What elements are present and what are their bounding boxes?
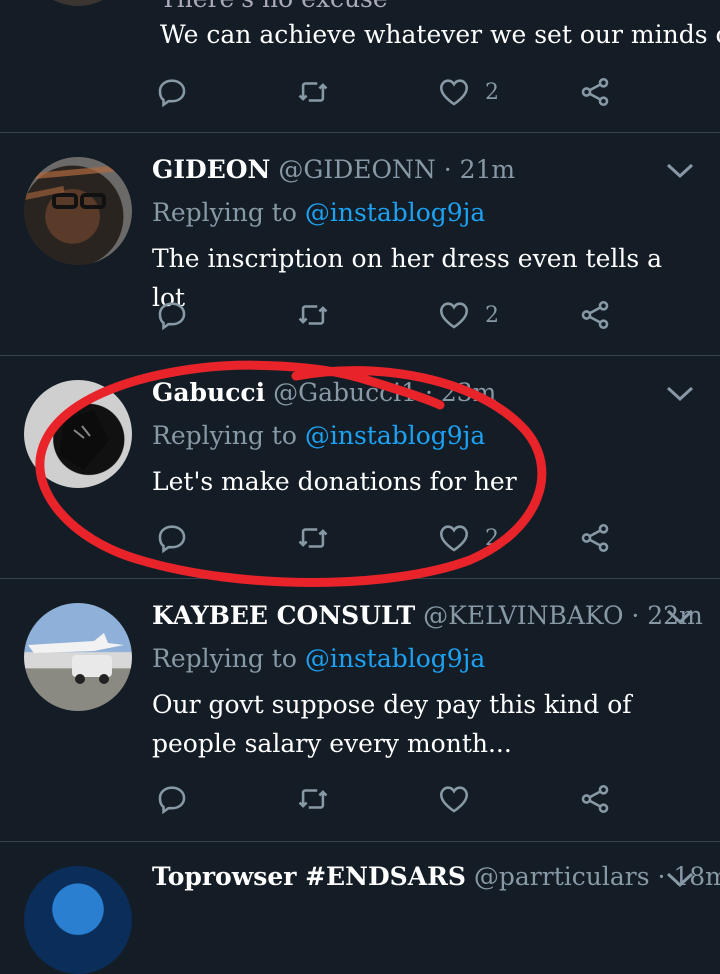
avatar[interactable] [24,603,132,711]
chevron-down-icon [666,609,694,625]
share-button[interactable] [578,72,612,112]
retweet-icon [298,305,328,325]
reply-button[interactable] [155,518,189,558]
display-name[interactable]: GIDEON [152,155,270,184]
reply-icon [158,79,186,108]
reply-prefix: Replying to [152,644,297,673]
like-icon [439,79,469,106]
reply-button[interactable] [155,295,189,335]
like-icon [439,525,469,552]
tweet-gideon[interactable]: GIDEON @GIDEONN · 21m Replying to @insta… [0,133,720,356]
share-button[interactable] [578,518,612,558]
tweet-gabucci[interactable]: Gabucci @Gabucci1 · 23m Replying to @ins… [0,356,720,579]
chevron-down-icon [666,872,694,888]
tweet-actions: 2 [0,295,720,335]
tweet-header: Gabucci @Gabucci1 · 23m [152,378,496,407]
share-button[interactable] [578,295,612,335]
like-button[interactable] [437,779,471,819]
tweet-actions: 2 [0,72,720,112]
retweet-icon [298,82,328,102]
tweet-partial-bottom[interactable]: Toprowser #ENDSARS @parrticulars · 18m [0,842,720,974]
retweet-button[interactable] [296,518,330,558]
reply-context: Replying to @instablog9ja [152,421,485,450]
retweet-button[interactable] [296,779,330,819]
like-count: 2 [485,79,499,105]
like-button[interactable]: 2 [437,72,499,112]
tweet-text-line: We can achieve whatever we set our minds… [160,20,720,49]
chevron-down-icon [666,386,694,402]
share-icon [581,784,609,814]
reply-handle-link[interactable]: @instablog9ja [305,421,486,450]
tweet-menu[interactable] [664,161,696,181]
reply-handle-link[interactable]: @instablog9ja [305,644,486,673]
handle-time: @KELVINBAKO · 22m [423,601,703,630]
tweet-text: Let's make donations for her [152,467,517,496]
display-name[interactable]: Gabucci [152,378,265,407]
reply-icon [158,525,186,554]
like-count: 2 [485,302,499,328]
avatar[interactable] [24,380,132,488]
retweet-icon [298,789,328,809]
retweet-button[interactable] [296,295,330,335]
share-icon [581,77,609,107]
tweet-menu[interactable] [664,384,696,404]
reply-context: Replying to @instablog9ja [152,644,485,673]
like-icon [439,302,469,329]
reply-context: Replying to @instablog9ja [152,198,485,227]
reply-icon [158,302,186,331]
tweet-actions: 2 [0,518,720,558]
handle-time: @Gabucci1 · 23m [273,378,497,407]
tweet-menu[interactable] [664,870,696,890]
reply-handle-link[interactable]: @instablog9ja [305,198,486,227]
display-name[interactable]: Toprowser #ENDSARS [152,862,466,891]
share-icon [581,523,609,553]
reply-prefix: Replying to [152,421,297,450]
tweet-kaybee[interactable]: KAYBEE CONSULT @KELVINBAKO · 22m Replyin… [0,579,720,842]
tweet-text: Our govt suppose dey pay this kind of pe… [152,690,632,758]
like-button[interactable]: 2 [437,295,499,335]
tweet-actions [0,779,720,819]
share-icon [581,300,609,330]
retweet-button[interactable] [296,72,330,112]
tweet-partial-top[interactable]: There's no excuse We can achieve whateve… [0,0,720,133]
like-icon [439,786,469,813]
like-count: 2 [485,525,499,551]
avatar[interactable] [24,0,132,6]
like-button[interactable]: 2 [437,518,499,558]
tweet-header: KAYBEE CONSULT @KELVINBAKO · 22m [152,601,703,630]
reply-icon [158,786,186,815]
retweet-icon [298,528,328,548]
chevron-down-icon [666,163,694,179]
display-name[interactable]: KAYBEE CONSULT [152,601,415,630]
avatar[interactable] [24,157,132,265]
tweet-menu[interactable] [664,607,696,627]
share-button[interactable] [578,779,612,819]
avatar[interactable] [24,866,132,974]
reply-button[interactable] [155,779,189,819]
reply-prefix: Replying to [152,198,297,227]
reply-button[interactable] [155,72,189,112]
tweet-text-line: There's no excuse [160,0,388,13]
tweet-header: GIDEON @GIDEONN · 21m [152,155,515,184]
handle-time: @GIDEONN · 21m [278,155,516,184]
tweet-header: Toprowser #ENDSARS @parrticulars · 18m [152,862,720,891]
